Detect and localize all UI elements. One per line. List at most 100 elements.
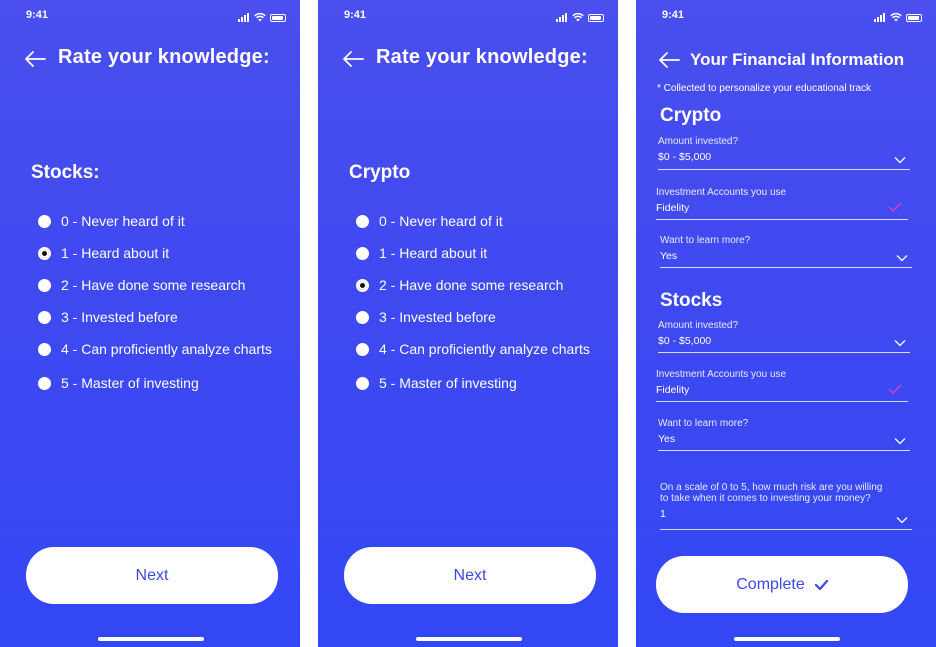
financial-information-screen: 9:41 Your Financial Information * Collec… [636, 0, 936, 647]
back-arrow-icon[interactable] [342, 50, 364, 68]
wifi-icon [572, 12, 584, 22]
field-underline [658, 352, 910, 353]
radio-button[interactable] [356, 342, 369, 356]
field-value: $0 - $5,000 [658, 151, 712, 163]
option-5[interactable]: 5 - Master of investing [38, 365, 272, 401]
crypto-amount-field[interactable]: Amount invested? $0 - $5,000 [658, 136, 910, 172]
field-underline [656, 401, 908, 402]
wifi-icon [890, 12, 902, 22]
option-1[interactable]: 1 - Heard about it [356, 237, 590, 269]
stocks-learn-more-field[interactable]: Want to learn more? Yes [658, 418, 910, 454]
option-label: 4 - Can proficiently analyze charts [61, 341, 272, 357]
field-label: to take when it comes to investing your … [660, 493, 871, 504]
risk-tolerance-field[interactable]: On a scale of 0 to 5, how much risk are … [660, 482, 912, 532]
option-1[interactable]: 1 - Heard about it [38, 237, 272, 269]
field-underline [658, 450, 910, 451]
battery-icon [588, 14, 604, 22]
option-label: 5 - Master of investing [61, 375, 199, 391]
signal-icon [874, 4, 886, 22]
radio-button-selected[interactable] [38, 246, 51, 260]
option-label: 0 - Never heard of it [379, 213, 503, 229]
status-time: 9:41 [26, 9, 49, 21]
option-0[interactable]: 0 - Never heard of it [356, 205, 590, 237]
section-title: Stocks: [31, 162, 100, 183]
stocks-knowledge-screen: 9:41 Rate your knowledge: Stocks: 0 - Ne… [0, 0, 300, 647]
option-label: 2 - Have done some research [379, 277, 564, 293]
home-indicator [98, 637, 204, 641]
field-label: Amount invested? [658, 136, 739, 147]
complete-button[interactable]: Complete [656, 556, 908, 613]
radio-button[interactable] [38, 214, 51, 228]
radio-button[interactable] [38, 278, 51, 292]
field-label: Amount invested? [658, 320, 739, 331]
chevron-down-icon[interactable] [894, 156, 906, 164]
next-button[interactable]: Next [26, 547, 278, 604]
status-bar: 9:41 [318, 9, 618, 25]
option-4[interactable]: 4 - Can proficiently analyze charts [38, 333, 272, 365]
option-label: 2 - Have done some research [61, 277, 246, 293]
stocks-heading: Stocks [660, 290, 723, 311]
field-value: $0 - $5,000 [658, 335, 712, 347]
stocks-amount-field[interactable]: Amount invested? $0 - $5,000 [658, 320, 910, 356]
page-title: Your Financial Information [690, 50, 905, 69]
wifi-icon [254, 12, 266, 22]
radio-button[interactable] [356, 376, 369, 390]
home-indicator [416, 637, 522, 641]
checkmark-icon [814, 579, 828, 590]
option-label: 3 - Invested before [61, 309, 178, 325]
option-label: 4 - Can proficiently analyze charts [379, 341, 590, 357]
home-indicator [734, 637, 840, 641]
radio-button[interactable] [38, 310, 51, 324]
status-time: 9:41 [344, 9, 367, 21]
status-bar: 9:41 [636, 9, 936, 25]
knowledge-options: 0 - Never heard of it 1 - Heard about it… [38, 205, 272, 401]
option-3[interactable]: 3 - Invested before [38, 301, 272, 333]
status-bar: 9:41 [0, 9, 300, 25]
field-value: Fidelity [656, 202, 690, 214]
page-title: Rate your knowledge: [376, 46, 588, 68]
field-label: On a scale of 0 to 5, how much risk are … [660, 482, 883, 493]
field-underline [656, 219, 908, 220]
signal-icon [556, 4, 568, 22]
chevron-down-icon[interactable] [894, 437, 906, 445]
radio-button[interactable] [356, 310, 369, 324]
stocks-accounts-field[interactable]: Investment Accounts you use Fidelity [656, 369, 908, 405]
field-underline [660, 529, 912, 530]
option-label: 0 - Never heard of it [61, 213, 185, 229]
section-title: Crypto [349, 162, 411, 183]
option-label: 3 - Invested before [379, 309, 496, 325]
radio-button[interactable] [356, 214, 369, 228]
field-value: 1 [660, 508, 666, 520]
option-0[interactable]: 0 - Never heard of it [38, 205, 272, 237]
chevron-down-icon[interactable] [896, 254, 908, 262]
option-3[interactable]: 3 - Invested before [356, 301, 590, 333]
knowledge-options: 0 - Never heard of it 1 - Heard about it… [356, 205, 590, 401]
crypto-knowledge-screen: 9:41 Rate your knowledge: Crypto 0 - Nev… [318, 0, 618, 647]
status-time: 9:41 [662, 9, 685, 21]
option-label: 1 - Heard about it [61, 245, 170, 261]
field-label: Want to learn more? [658, 418, 749, 429]
field-label: Want to learn more? [660, 235, 751, 246]
radio-button[interactable] [356, 246, 369, 260]
option-label: 1 - Heard about it [379, 245, 488, 261]
info-note: * Collected to personalize your educatio… [657, 83, 872, 94]
field-value: Yes [660, 250, 678, 262]
chevron-down-icon[interactable] [894, 339, 906, 347]
back-arrow-icon[interactable] [24, 50, 46, 68]
next-button[interactable]: Next [344, 547, 596, 604]
chevron-down-icon[interactable] [896, 516, 908, 524]
back-arrow-icon[interactable] [658, 51, 680, 69]
crypto-heading: Crypto [660, 105, 722, 126]
field-value: Yes [658, 433, 676, 445]
field-value: Fidelity [656, 384, 690, 396]
option-2[interactable]: 2 - Have done some research [38, 269, 272, 301]
crypto-learn-more-field[interactable]: Want to learn more? Yes [660, 235, 912, 271]
radio-button[interactable] [38, 342, 51, 356]
option-2[interactable]: 2 - Have done some research [356, 269, 590, 301]
option-5[interactable]: 5 - Master of investing [356, 365, 590, 401]
option-4[interactable]: 4 - Can proficiently analyze charts [356, 333, 590, 365]
crypto-accounts-field[interactable]: Investment Accounts you use Fidelity [656, 187, 908, 223]
radio-button-selected[interactable] [356, 278, 369, 292]
checkmark-icon [888, 384, 902, 394]
radio-button[interactable] [38, 376, 51, 390]
